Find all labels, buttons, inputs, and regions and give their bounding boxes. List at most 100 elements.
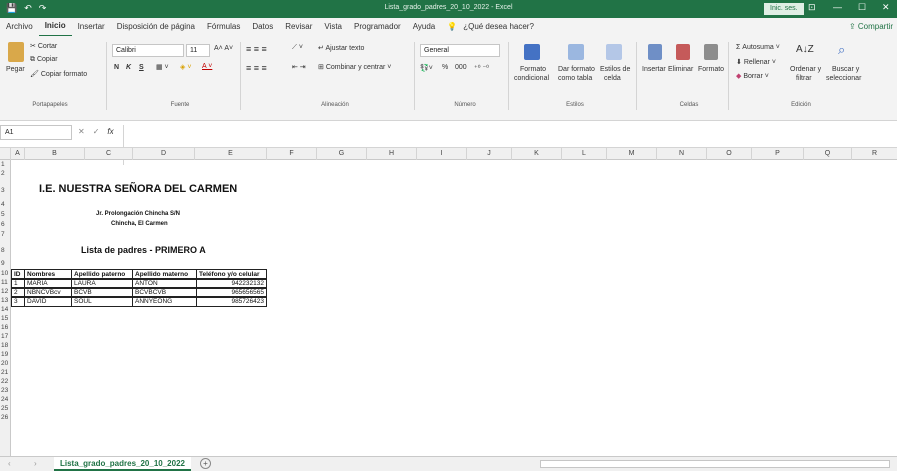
- clear-button[interactable]: ◆ Borrar ˅: [736, 72, 769, 80]
- close-button[interactable]: ✕: [882, 2, 890, 13]
- tab-archivo[interactable]: Archivo: [0, 18, 39, 36]
- decimal-icon[interactable]: ⁺⁰ ⁻⁰: [474, 64, 489, 72]
- row-header[interactable]: 3: [0, 186, 11, 195]
- column-header[interactable]: D: [133, 148, 195, 160]
- row-header[interactable]: 2: [0, 169, 11, 178]
- underline-button[interactable]: S: [139, 64, 144, 71]
- column-header[interactable]: F: [267, 148, 317, 160]
- format-cells-icon[interactable]: [704, 44, 718, 60]
- cell-styles-icon[interactable]: [606, 44, 622, 60]
- grow-font-icon[interactable]: A˄ A˅: [214, 45, 233, 52]
- tab-programador[interactable]: Programador: [348, 18, 407, 36]
- row-header[interactable]: 6: [0, 220, 11, 229]
- name-box[interactable]: A1: [0, 125, 72, 140]
- format-table-label2[interactable]: como tabla: [558, 75, 592, 82]
- column-header[interactable]: O: [707, 148, 752, 160]
- top-align-icon[interactable]: ≡ ≡ ≡: [246, 44, 267, 54]
- paste-button[interactable]: Pegar: [6, 66, 25, 73]
- find-select-label2[interactable]: seleccionar: [826, 75, 861, 82]
- bold-button[interactable]: N: [114, 64, 119, 71]
- column-header[interactable]: A: [11, 148, 25, 160]
- format-table-icon[interactable]: [568, 44, 584, 60]
- cancel-icon[interactable]: ✕: [78, 127, 85, 136]
- tab-inicio[interactable]: Inicio: [38, 17, 72, 37]
- sort-filter-label[interactable]: Ordenar y: [790, 66, 821, 73]
- tell-me-input[interactable]: ¿Qué desea hacer?: [463, 18, 540, 36]
- row-header[interactable]: 15: [0, 314, 11, 323]
- row-header[interactable]: 4: [0, 200, 11, 209]
- row-header[interactable]: 5: [0, 210, 11, 219]
- cut-button[interactable]: ✂ Cortar: [30, 42, 57, 50]
- row-header[interactable]: 25: [0, 404, 11, 413]
- sheet-tab-active[interactable]: Lista_grado_padres_20_10_2022: [54, 457, 191, 471]
- share-button[interactable]: ⇪ Compartir: [849, 22, 893, 31]
- orientation-icon[interactable]: ⟋ ˅: [292, 44, 303, 52]
- row-header[interactable]: 13: [0, 296, 11, 305]
- fill-color-icon[interactable]: ◈ ˅: [180, 63, 191, 71]
- table-cell[interactable]: DAVID: [24, 296, 72, 307]
- tab-ayuda[interactable]: Ayuda: [407, 18, 442, 36]
- indent-icon[interactable]: ⇤ ⇥: [292, 63, 306, 71]
- row-header[interactable]: 23: [0, 386, 11, 395]
- row-header[interactable]: 9: [0, 259, 11, 268]
- column-header[interactable]: C: [85, 148, 133, 160]
- column-header[interactable]: N: [657, 148, 707, 160]
- column-header[interactable]: B: [25, 148, 85, 160]
- column-header[interactable]: P: [752, 148, 804, 160]
- table-cell[interactable]: 985726423: [196, 296, 267, 307]
- font-size-select[interactable]: 11: [186, 44, 210, 57]
- borders-icon[interactable]: ▦ ˅: [156, 63, 169, 71]
- table-cell[interactable]: ANNYEONG: [132, 296, 197, 307]
- select-all-corner[interactable]: [0, 148, 11, 160]
- column-header[interactable]: K: [512, 148, 562, 160]
- row-header[interactable]: 24: [0, 395, 11, 404]
- horizontal-scrollbar[interactable]: [540, 460, 890, 468]
- cell-styles-label2[interactable]: celda: [604, 75, 621, 82]
- conditional-format-label[interactable]: Formato: [520, 66, 546, 73]
- sort-filter-label2[interactable]: filtrar: [796, 75, 812, 82]
- table-cell[interactable]: SOUL: [71, 296, 133, 307]
- merge-center-button[interactable]: ⊞ Combinar y centrar ˅: [318, 63, 391, 71]
- search-icon[interactable]: ⌕: [838, 42, 845, 58]
- row-header[interactable]: 16: [0, 323, 11, 332]
- percent-button[interactable]: %: [442, 64, 448, 71]
- row-header[interactable]: 11: [0, 278, 11, 287]
- font-name-select[interactable]: Calibri: [112, 44, 184, 57]
- sign-in-button[interactable]: Inic. ses.: [764, 3, 804, 15]
- paste-icon[interactable]: [8, 42, 24, 62]
- format-painter-button[interactable]: 🖌 Copiar formato: [30, 70, 87, 78]
- format-cells-button[interactable]: Formato: [698, 66, 724, 73]
- row-header[interactable]: 22: [0, 377, 11, 386]
- tab-revisar[interactable]: Revisar: [279, 18, 318, 36]
- scroll-left-icon[interactable]: ‹: [8, 459, 11, 468]
- row-header[interactable]: 7: [0, 230, 11, 239]
- row-header[interactable]: 26: [0, 413, 11, 422]
- tab-datos[interactable]: Datos: [246, 18, 279, 36]
- row-header[interactable]: 10: [0, 269, 11, 278]
- column-header[interactable]: I: [417, 148, 467, 160]
- delete-cells-icon[interactable]: [676, 44, 690, 60]
- scroll-right-icon[interactable]: ›: [34, 459, 37, 468]
- italic-button[interactable]: K: [126, 64, 131, 71]
- row-header[interactable]: 17: [0, 332, 11, 341]
- column-header[interactable]: R: [852, 148, 897, 160]
- row-header[interactable]: 8: [0, 246, 11, 255]
- column-header[interactable]: H: [367, 148, 417, 160]
- sort-filter-icon[interactable]: A↓Z: [796, 44, 814, 55]
- add-sheet-button[interactable]: +: [200, 458, 211, 469]
- insert-cells-icon[interactable]: [648, 44, 662, 60]
- row-header[interactable]: 20: [0, 359, 11, 368]
- tab-vista[interactable]: Vista: [318, 18, 348, 36]
- delete-cells-button[interactable]: Eliminar: [668, 66, 693, 73]
- worksheet-grid[interactable]: I.E. NUESTRA SEÑORA DEL CARMEN Jr. Prolo…: [11, 160, 897, 456]
- thousands-button[interactable]: 000: [455, 64, 467, 71]
- number-format-select[interactable]: General: [420, 44, 500, 57]
- confirm-icon[interactable]: ✓: [93, 127, 100, 136]
- row-header[interactable]: 19: [0, 350, 11, 359]
- tab-formulas[interactable]: Fórmulas: [201, 18, 246, 36]
- column-header[interactable]: Q: [804, 148, 852, 160]
- row-header[interactable]: 18: [0, 341, 11, 350]
- table-cell[interactable]: 3: [11, 296, 25, 307]
- row-header[interactable]: 1: [0, 160, 11, 169]
- insert-function-icon[interactable]: fx: [107, 127, 113, 136]
